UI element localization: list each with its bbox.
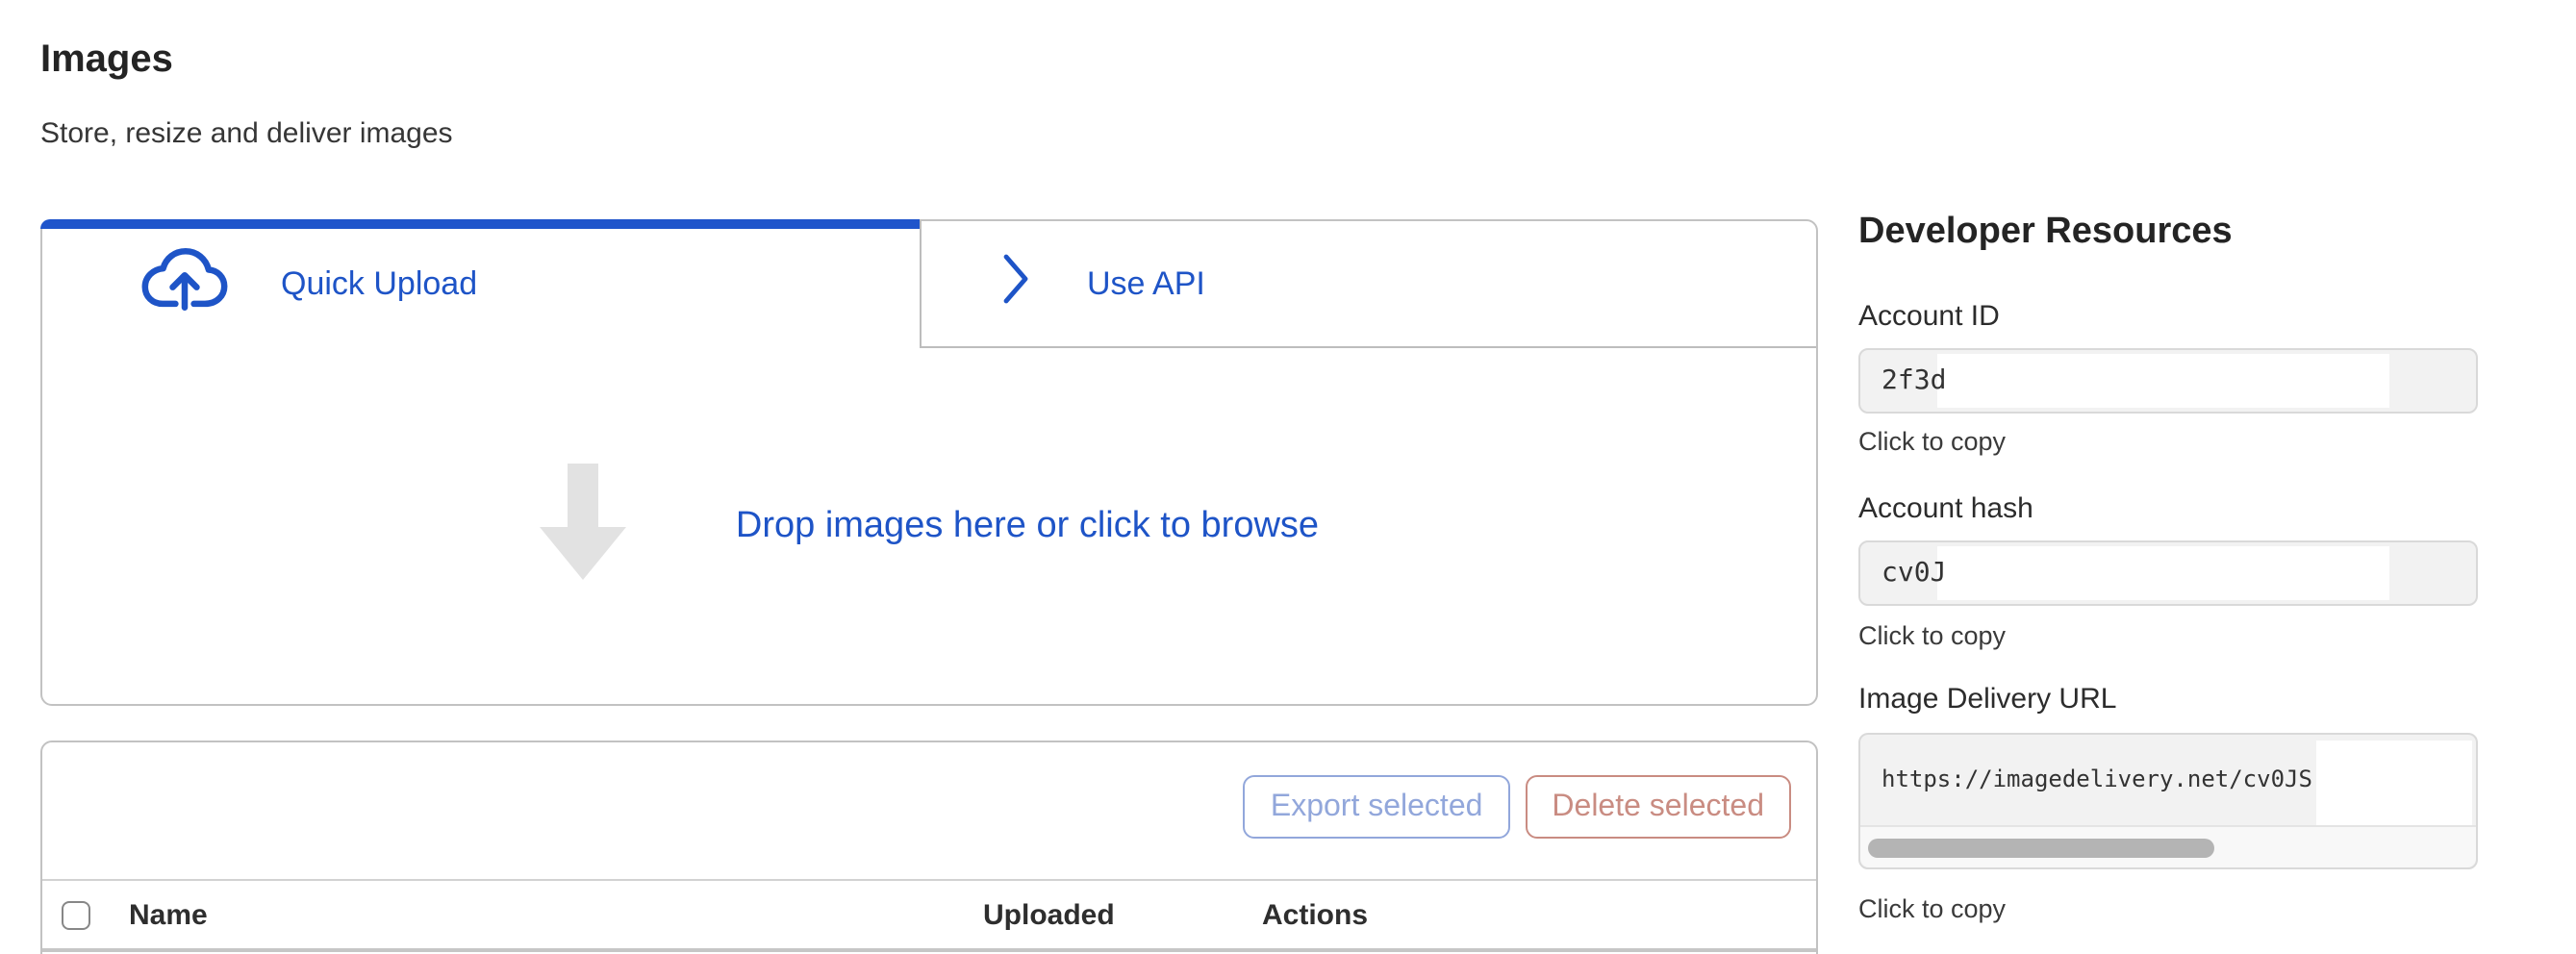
list-toolbar: Export selected Delete selected [1244, 775, 1791, 839]
chevron-right-icon [1000, 252, 1031, 315]
horizontal-scrollbar[interactable] [1860, 825, 2476, 867]
account-id-copy-hint: Click to copy [1858, 425, 2006, 460]
tab-use-api[interactable]: Use API [920, 221, 1816, 348]
account-hash-value: cv0J [1881, 542, 1946, 604]
column-header-uploaded: Uploaded [983, 898, 1115, 931]
account-hash-field[interactable]: cv0J [1858, 540, 2478, 606]
image-delivery-url-value: https://imagedelivery.net/cv0JS [1881, 762, 2312, 796]
redaction-overlay [1937, 354, 2389, 408]
account-id-value: 2f3d [1881, 350, 1946, 412]
delete-selected-button[interactable]: Delete selected [1525, 775, 1791, 839]
dropzone[interactable]: Drop images here or click to browse [42, 348, 1816, 704]
page-title: Images [40, 35, 173, 85]
image-delivery-url-field[interactable]: https://imagedelivery.net/cv0JS [1858, 733, 2478, 869]
dropzone-label: Drop images here or click to browse [736, 505, 1319, 547]
image-list-card: Export selected Delete selected Name Upl… [40, 741, 1818, 954]
page-subtitle: Store, resize and deliver images [40, 115, 453, 154]
export-selected-button[interactable]: Export selected [1244, 775, 1510, 839]
down-arrow-icon [540, 463, 628, 590]
redaction-overlay [2316, 741, 2472, 827]
account-id-field[interactable]: 2f3d [1858, 348, 2478, 414]
column-header-name: Name [129, 898, 208, 931]
column-header-actions: Actions [1262, 898, 1368, 931]
upload-tab-bar: Quick Upload Use API [42, 221, 1816, 348]
select-all-checkbox[interactable] [62, 900, 90, 929]
account-id-label: Account ID [1858, 298, 2000, 337]
redaction-overlay [1937, 546, 2389, 600]
image-delivery-url-label: Image Delivery URL [1858, 681, 2116, 719]
tab-quick-upload-label: Quick Upload [281, 265, 477, 304]
upload-card: Quick Upload Use API Drop images here or… [40, 219, 1818, 706]
tab-quick-upload[interactable]: Quick Upload [42, 221, 920, 348]
account-hash-copy-hint: Click to copy [1858, 619, 2006, 654]
account-hash-label: Account hash [1858, 490, 2033, 529]
developer-resources-panel: Developer Resources Account ID 2f3d Clic… [1858, 0, 2478, 954]
tab-use-api-label: Use API [1087, 264, 1205, 303]
developer-resources-title: Developer Resources [1858, 208, 2233, 258]
table-header-row: Name Uploaded Actions [42, 879, 1816, 952]
horizontal-scrollbar-thumb[interactable] [1868, 839, 2214, 857]
cloud-upload-icon [140, 246, 229, 323]
images-page: Images Store, resize and deliver images … [0, 0, 2576, 954]
image-delivery-url-copy-hint: Click to copy [1858, 892, 2006, 927]
